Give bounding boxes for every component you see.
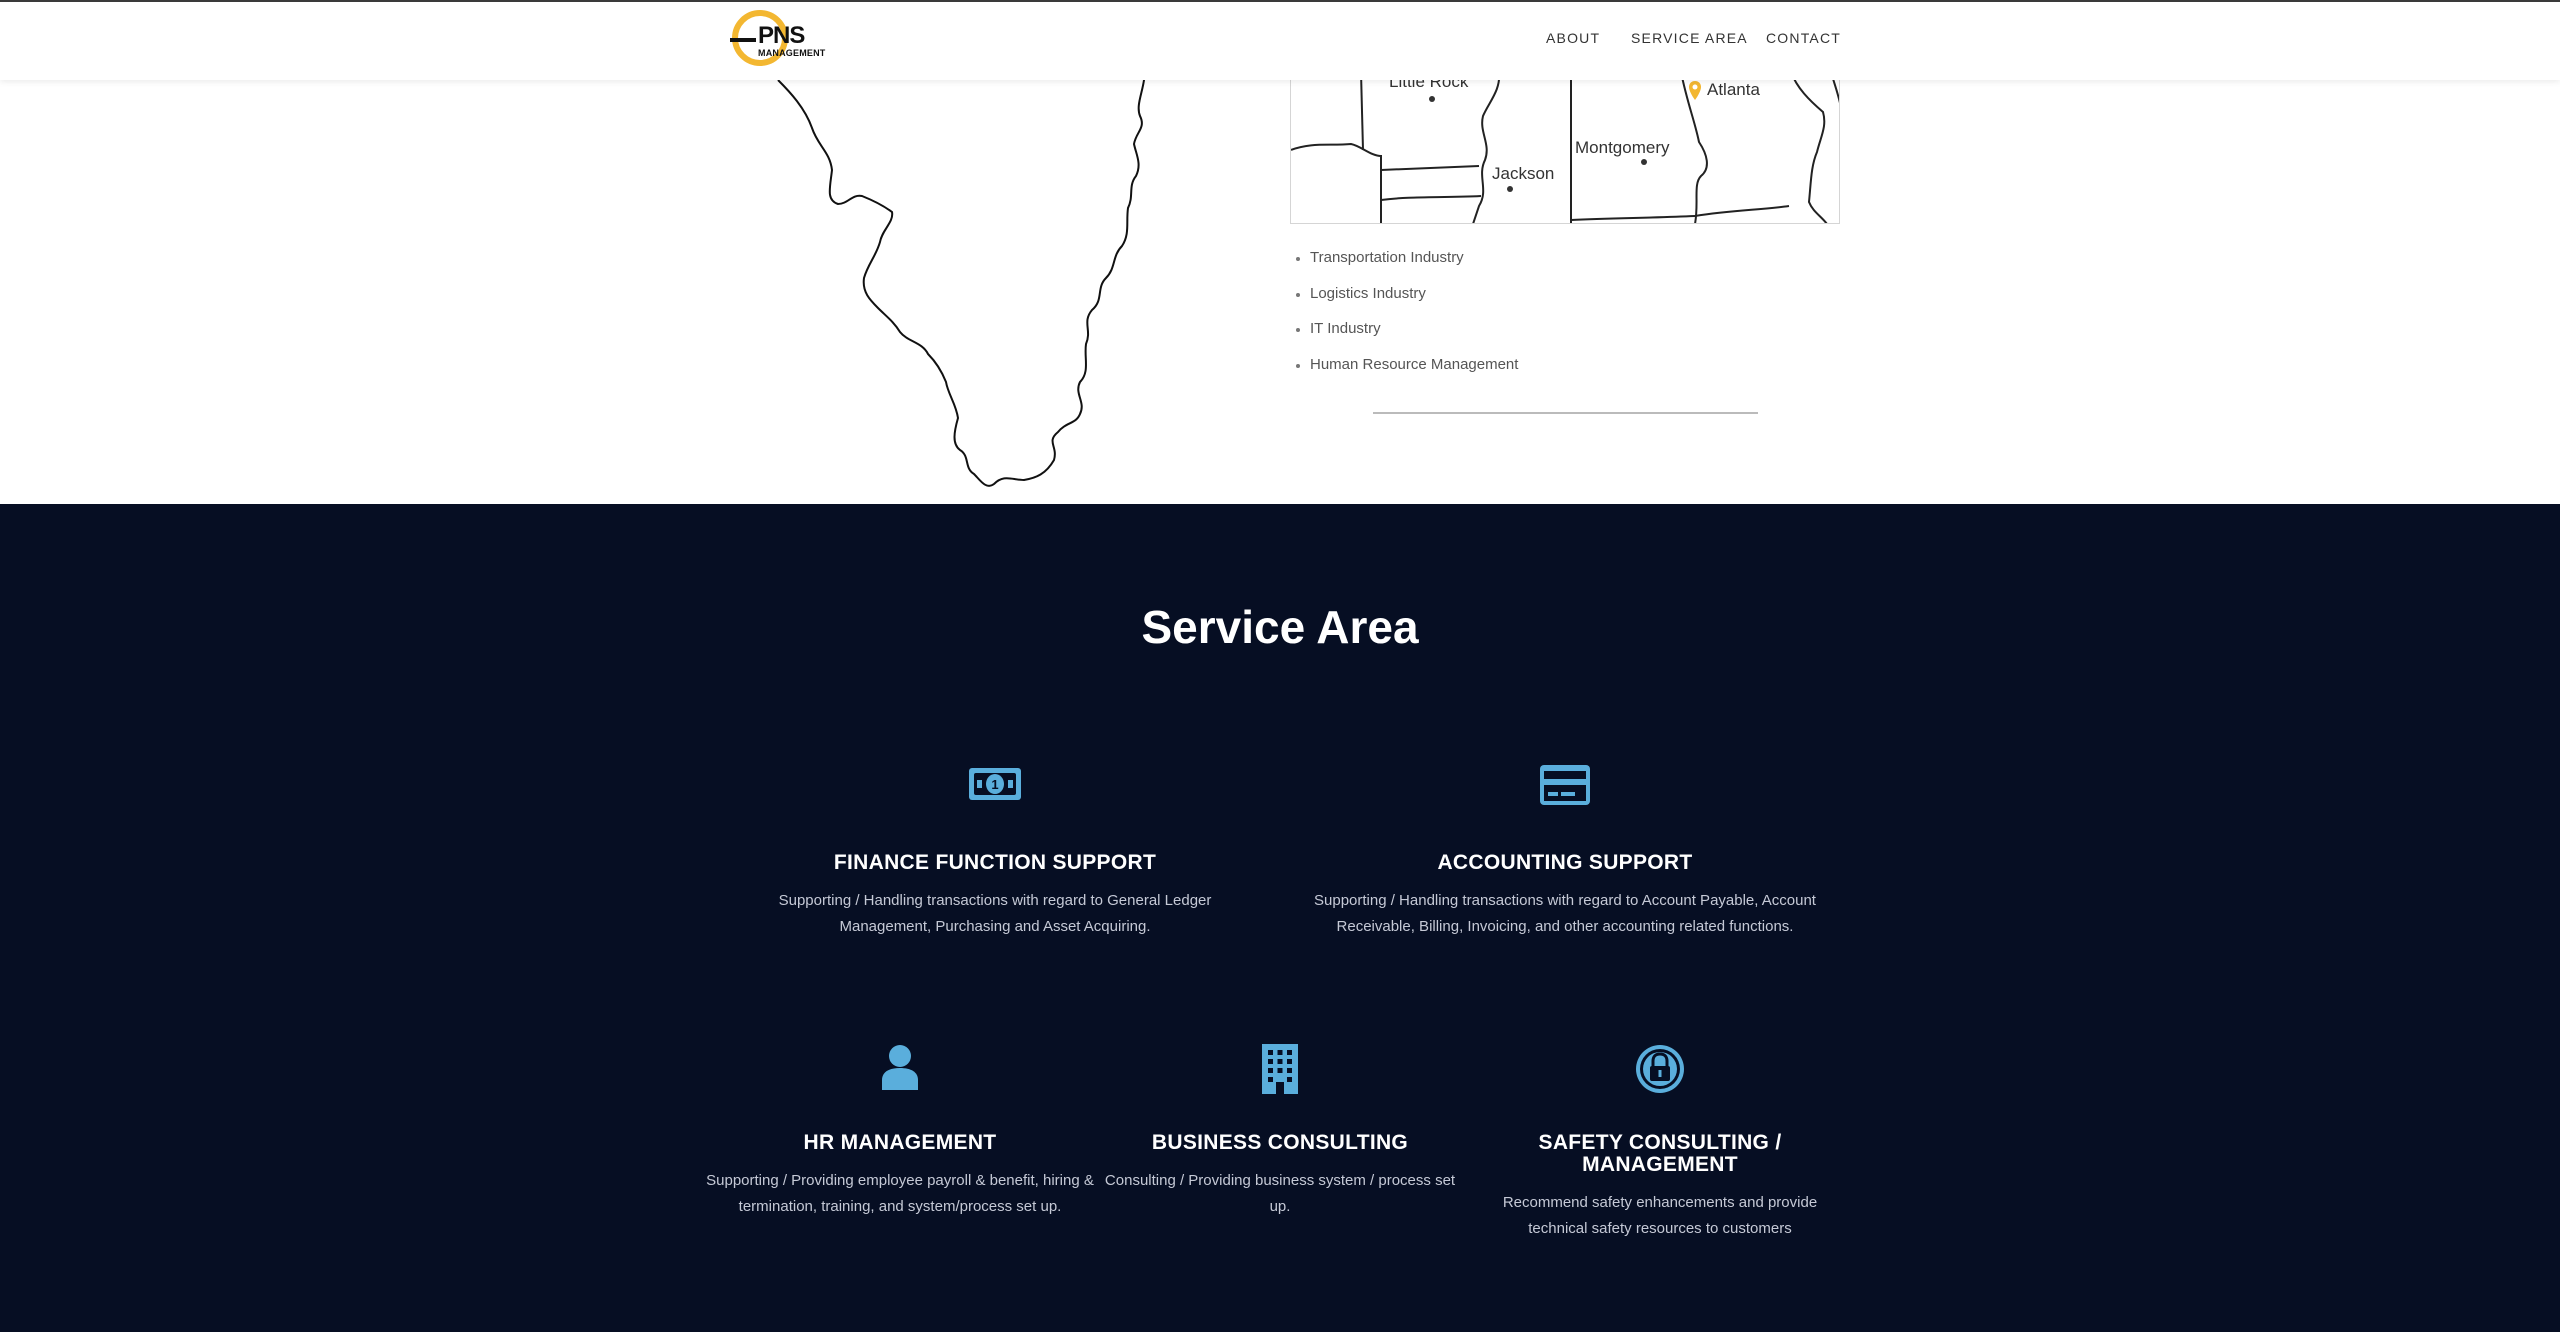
city-dot [1507, 186, 1513, 192]
city-label-montgomery: Montgomery [1575, 138, 1670, 157]
svg-text:1: 1 [991, 777, 998, 792]
nav-contact[interactable]: CONTACT [1766, 30, 1841, 46]
service-description: Supporting / Handling transactions with … [1314, 892, 1816, 935]
service-title: BUSINESS CONSULTING [1151, 1131, 1409, 1154]
logo-text: PNS [758, 22, 805, 49]
city-label-atlanta: Atlanta [1707, 80, 1760, 99]
service-title: HR MANAGEMENT [803, 1131, 997, 1154]
service-description: Consulting / Providing business system /… [1104, 1172, 1456, 1215]
service-card-hr: HR MANAGEMENT Supporting / Providing emp… [700, 1044, 1100, 1244]
service-title: ACCOUNTING SUPPORT [1437, 851, 1693, 874]
money-bill-icon: 1 [969, 768, 1021, 800]
user-icon [882, 1045, 918, 1090]
service-description: Supporting / Providing employee payroll … [706, 1172, 1094, 1215]
river-outline-illustration [777, 60, 1147, 487]
nav-service-area[interactable]: SERVICE AREA [1631, 30, 1748, 46]
map-pin-icon[interactable] [1687, 80, 1703, 104]
nav-about[interactable]: ABOUT [1546, 30, 1600, 46]
service-card-business-consulting: BUSINESS CONSULTING Consulting / Providi… [1100, 1044, 1460, 1244]
list-item: Transportation Industry [1310, 240, 1518, 276]
building-icon [1262, 1044, 1298, 1094]
pns-logo[interactable]: PNS MANAGEMENT [730, 10, 842, 78]
list-item: IT Industry [1310, 311, 1518, 347]
service-title: SAFETY CONSULTING / MANAGEMENT [1538, 1131, 1782, 1176]
logo-subtext: MANAGEMENT [758, 48, 826, 58]
section-title: Service Area [1141, 601, 1419, 653]
city-dot [1429, 96, 1435, 102]
city-dot [1641, 159, 1647, 165]
site-header: PNS MANAGEMENT ABOUT SERVICE AREA CONTAC… [0, 0, 2560, 80]
list-item: Human Resource Management [1310, 347, 1518, 383]
logo-dash [730, 38, 756, 42]
service-description: Supporting / Handling transactions with … [778, 892, 1212, 935]
service-title: FINANCE FUNCTION SUPPORT [833, 851, 1157, 874]
credit-card-icon [1540, 765, 1590, 805]
lock-icon [1636, 1045, 1684, 1093]
list-item: Logistics Industry [1310, 276, 1518, 312]
divider [1373, 412, 1758, 414]
service-area-section: Service Area 1 FINANCE FUNCTION SUPPORT … [0, 504, 2560, 1332]
service-area-map[interactable]: Little Rock Atlanta Montgomery Jackson [1290, 72, 1840, 224]
service-card-safety-consulting: SAFETY CONSULTING / MANAGEMENT Recommend… [1480, 1044, 1840, 1254]
industries-list: Transportation Industry Logistics Indust… [1290, 240, 1518, 382]
city-label-jackson: Jackson [1492, 164, 1555, 183]
service-card-finance: 1 FINANCE FUNCTION SUPPORT Supporting / … [735, 764, 1255, 935]
service-description: Recommend safety enhancements and provid… [1502, 1194, 1818, 1237]
service-card-accounting: ACCOUNTING SUPPORT Supporting / Handling… [1290, 764, 1840, 935]
